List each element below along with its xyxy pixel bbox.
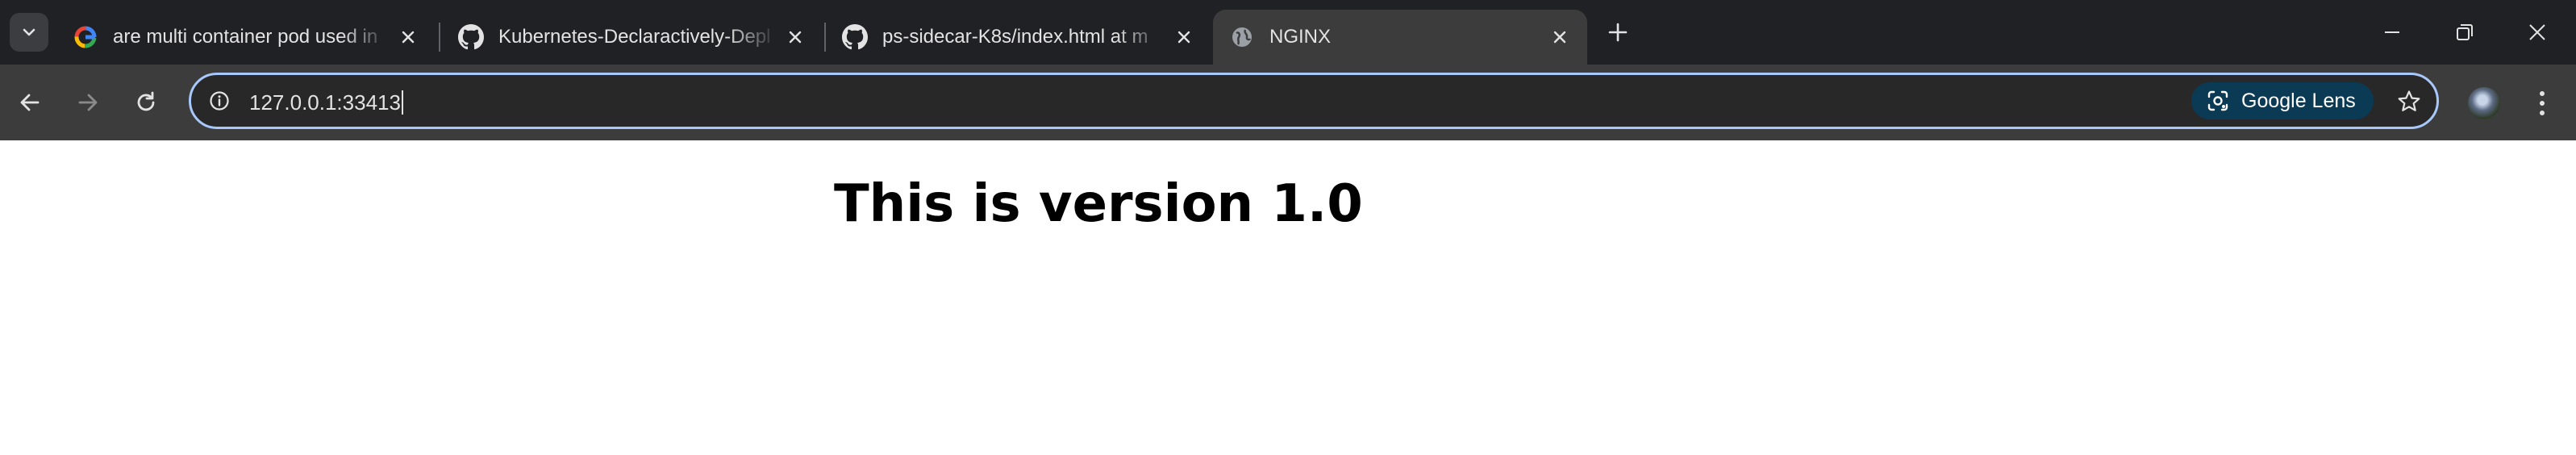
tab-strip: are multi container pod used in Kubernet… <box>0 0 2576 65</box>
back-arrow-icon <box>20 94 40 111</box>
address-bar[interactable]: 127.0.0.1:33413 Google Lens <box>189 73 2439 129</box>
tab-divider <box>439 23 440 52</box>
tab-google-search[interactable]: are multi container pod used in <box>56 10 436 65</box>
close-window-button[interactable] <box>2508 10 2566 55</box>
minimize-icon <box>2385 31 2399 33</box>
more-vert-icon <box>2540 91 2545 115</box>
bookmark-star-icon[interactable] <box>2395 87 2424 116</box>
url-field[interactable]: 127.0.0.1:33413 <box>249 90 403 115</box>
text-caret <box>401 90 403 115</box>
minimize-button[interactable] <box>2363 10 2421 55</box>
plus-icon <box>1608 23 1628 42</box>
tab-title: are multi container pod used in <box>113 26 378 48</box>
chevron-down-icon <box>23 28 35 36</box>
browser-toolbar: 127.0.0.1:33413 Google Lens <box>0 65 2576 140</box>
reload-button[interactable] <box>126 82 166 123</box>
forward-arrow-icon <box>78 94 98 111</box>
restore-button[interactable] <box>2436 10 2494 55</box>
tab-title: Kubernetes-Declaractively-Depl <box>498 26 771 48</box>
tab-title: NGINX <box>1269 26 1332 48</box>
close-icon[interactable] <box>784 26 807 48</box>
github-icon <box>458 24 484 50</box>
back-button[interactable] <box>10 82 50 123</box>
reload-icon <box>137 91 155 111</box>
new-tab-button[interactable] <box>1602 16 1634 48</box>
tab-search-button[interactable] <box>10 13 48 52</box>
github-icon <box>842 24 868 50</box>
site-info-icon[interactable] <box>207 89 231 113</box>
google-lens-icon <box>2207 90 2228 111</box>
browser-menu-button[interactable] <box>2526 84 2558 123</box>
tab-title: ps-sidecar-K8s/index.html at m <box>882 26 1148 48</box>
close-icon[interactable] <box>1549 26 1571 48</box>
tab-github-kubernetes[interactable]: Kubernetes-Declaractively-Depl <box>442 10 823 65</box>
close-icon <box>2529 24 2545 40</box>
forward-button[interactable] <box>68 82 108 123</box>
google-lens-button[interactable]: Google Lens <box>2191 82 2374 119</box>
close-icon[interactable] <box>1173 26 1195 48</box>
google-lens-label: Google Lens <box>2241 89 2356 112</box>
web-page-content: This is version 1.0 <box>0 140 2576 455</box>
tab-nginx[interactable]: NGINX <box>1213 10 1587 65</box>
url-text: 127.0.0.1:33413 <box>249 90 401 115</box>
page-heading: This is version 1.0 <box>834 174 1363 234</box>
restore-icon <box>2457 24 2473 40</box>
google-icon <box>73 24 98 50</box>
profile-avatar[interactable] <box>2468 87 2500 119</box>
close-icon[interactable] <box>397 26 419 48</box>
globe-icon <box>1229 24 1255 50</box>
tab-github-sidecar[interactable]: ps-sidecar-K8s/index.html at m <box>826 10 1211 65</box>
